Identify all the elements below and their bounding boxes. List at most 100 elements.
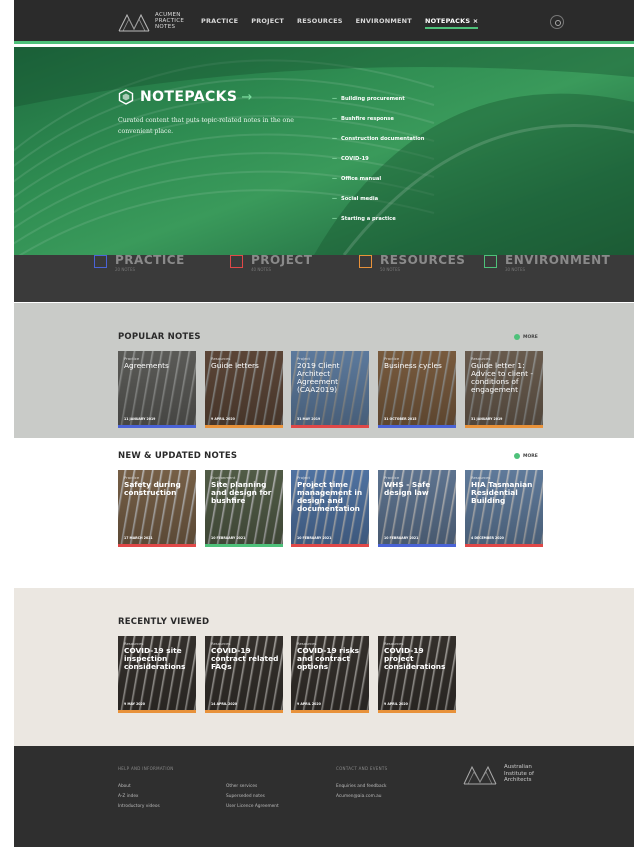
card-date: 9 APRIL 2020 (384, 702, 408, 706)
note-card[interactable]: Resources COVID-19 contract related FAQs 1… (205, 636, 283, 713)
card-date: 31 MAY 2019 (297, 417, 321, 421)
category-count: 50 NOTES (380, 267, 401, 272)
footer-link[interactable]: A-Z index (118, 794, 138, 799)
note-card[interactable]: Resources Guide letters 9 APRIL 2020 (205, 351, 283, 428)
notepack-link[interactable]: Social media (332, 189, 424, 209)
note-card[interactable]: Practice Agreements 11 JANUARY 2019 (118, 351, 196, 428)
card-category-bar (205, 710, 283, 713)
footer-link[interactable]: User Licence Agreement (226, 804, 279, 809)
architecture-background (14, 47, 634, 255)
card-category-bar (465, 544, 543, 547)
card-title: Safety during construction (124, 480, 181, 497)
card-date: 31 OCTOBER 2015 (384, 417, 417, 421)
card-category-bar (465, 425, 543, 428)
category-project[interactable]: PROJECT 40 NOTES (230, 253, 352, 302)
footer-link[interactable]: Enquiries and feedback (336, 784, 386, 789)
notepack-link[interactable]: Starting a practice (332, 209, 424, 229)
aia-logo[interactable]: Australian Institute of Architects (462, 762, 534, 786)
aia-line: Australian (504, 764, 532, 771)
footer-link[interactable]: Acumen@aia.com.au (336, 794, 382, 799)
footer-link[interactable]: Introductory videos (118, 804, 160, 809)
category-count: 40 NOTES (251, 267, 272, 272)
card-date: 10 FEBRUARY 2021 (211, 536, 246, 540)
notepacks-description: Curated content that puts topic-related … (118, 117, 294, 135)
notepacks-heading: NOTEPACKS (140, 89, 238, 105)
card-title: Business cycles (384, 361, 442, 370)
practice-icon (94, 255, 107, 268)
footer-link[interactable]: Other services (226, 784, 257, 789)
project-icon (230, 255, 243, 268)
search-icon[interactable] (550, 15, 564, 29)
recently-viewed-section: RECENTLY VIEWED Resources COVID-19 site i… (14, 588, 634, 746)
nav-practice[interactable]: PRACTICE (201, 17, 238, 29)
hexagon-icon (118, 89, 134, 105)
nav-environment[interactable]: ENVIRONMENT (356, 17, 412, 29)
note-card[interactable]: Resources Guide letter 1: Advice to clien… (465, 351, 543, 428)
notepack-link[interactable]: Bushfire response (332, 109, 424, 129)
category-environment[interactable]: ENVIRONMENT 30 NOTES (484, 253, 624, 302)
popular-more-link[interactable]: MORE (514, 334, 538, 340)
card-date: 10 FEBRUARY 2021 (297, 536, 332, 540)
note-card[interactable]: Resources HIA Tasmanian Residential Build… (465, 470, 543, 547)
card-title: COVID-19 project considerations (384, 646, 446, 671)
card-title: COVID-19 contract related FAQs (211, 646, 279, 671)
main-nav: PRACTICE PROJECT RESOURCES ENVIRONMENT N… (201, 17, 491, 29)
notepack-link[interactable]: COVID-19 (332, 149, 424, 169)
card-category-bar (205, 544, 283, 547)
notepack-link[interactable]: Construction documentation (332, 129, 424, 149)
resources-icon (359, 255, 372, 268)
note-card[interactable]: Practice Business cycles 31 OCTOBER 2015 (378, 351, 456, 428)
aia-line: Architects (504, 777, 532, 784)
card-date: 4 DECEMBER 2020 (471, 536, 504, 540)
card-category-bar (118, 710, 196, 713)
card-date: 14 APRIL 2020 (211, 702, 238, 706)
note-card[interactable]: Resources COVID-19 risks and contract opt… (291, 636, 369, 713)
note-card[interactable]: Resources COVID-19 site inspection consid… (118, 636, 196, 713)
new-updated-more-link[interactable]: MORE (514, 453, 538, 459)
category-count: 20 NOTES (115, 267, 136, 272)
card-title: COVID-19 risks and contract options (297, 646, 360, 671)
card-title: COVID-19 site inspection considerations (124, 646, 186, 671)
card-title: Agreements (124, 361, 169, 370)
category-label: PROJECT (251, 253, 313, 267)
more-icon (514, 334, 520, 340)
popular-notes-section: POPULAR NOTES MORE Practice Agreements 11 … (14, 303, 634, 438)
note-card[interactable]: Resources COVID-19 project considerations… (378, 636, 456, 713)
note-card[interactable]: Project 2019 Client Architect Agreement (… (291, 351, 369, 428)
aia-logo-icon (463, 765, 497, 785)
note-card[interactable]: Practice Safety during construction 17 MAR… (118, 470, 196, 547)
note-card[interactable]: Practice WHS - Safe design law 10 FEBRUARY… (378, 470, 456, 547)
nav-resources[interactable]: RESOURCES (297, 17, 343, 29)
card-category-bar (118, 544, 196, 547)
notepacks-title[interactable]: NOTEPACKS → (118, 89, 252, 105)
acumen-logo[interactable]: ACUMEN PRACTICE NOTES (117, 9, 184, 33)
card-title: Site planning and design for bushfire (211, 480, 272, 505)
card-category-bar (378, 710, 456, 713)
category-count: 30 NOTES (505, 267, 526, 272)
nav-notepacks[interactable]: NOTEPACKS × (424, 17, 479, 29)
notepack-link[interactable]: Building procurement (332, 89, 424, 109)
popular-notes-title: POPULAR NOTES (118, 332, 201, 342)
card-title: HIA Tasmanian Residential Building (471, 480, 533, 505)
card-category-bar (291, 544, 369, 547)
footer-heading: HELP AND INFORMATION (118, 766, 174, 771)
card-date: 9 APRIL 2020 (211, 417, 235, 421)
card-category-bar (378, 425, 456, 428)
category-label: PRACTICE (115, 253, 185, 267)
note-card[interactable]: Environment Site planning and design for … (205, 470, 283, 547)
category-practice[interactable]: PRACTICE 20 NOTES (94, 253, 216, 302)
notepack-link[interactable]: Office manual (332, 169, 424, 189)
card-date: 9 MAY 2020 (124, 702, 145, 706)
card-category-bar (291, 425, 369, 428)
category-strip: PRACTICE 20 NOTES PROJECT 40 NOTES RESOU… (14, 253, 634, 302)
category-resources[interactable]: RESOURCES 50 NOTES (359, 253, 481, 302)
card-category-bar (118, 425, 196, 428)
footer-link[interactable]: Superseded notes (226, 794, 265, 799)
logo-line: NOTES (155, 24, 176, 30)
more-label: MORE (523, 453, 538, 459)
note-card[interactable]: Project Project time management in design… (291, 470, 369, 547)
card-date: 9 APRIL 2020 (297, 702, 321, 706)
category-label: ENVIRONMENT (505, 253, 611, 267)
footer-link[interactable]: About (118, 784, 131, 789)
nav-project[interactable]: PROJECT (251, 17, 284, 29)
